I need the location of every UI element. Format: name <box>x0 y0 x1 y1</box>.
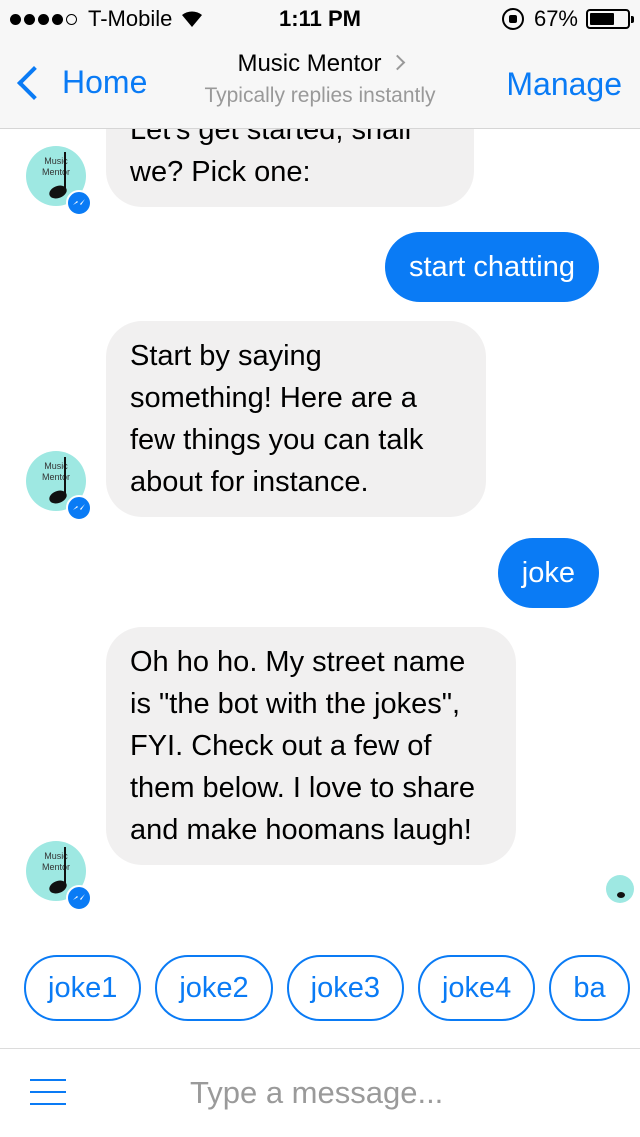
composer-bar <box>0 1048 640 1137</box>
bot-message: Oh ho ho. My street name is "the bot wit… <box>106 627 516 865</box>
messenger-badge-icon <box>66 885 92 911</box>
bot-message: Start by saying something! Here are a fe… <box>106 321 486 517</box>
quick-replies[interactable]: joke1 joke2 joke3 joke4 ba <box>24 955 640 1025</box>
manage-button[interactable]: Manage <box>506 66 622 103</box>
nav-bar: Home Music Mentor Typically replies inst… <box>0 40 640 129</box>
battery-icon <box>586 9 634 29</box>
battery-percent: 67% <box>533 6 578 31</box>
quick-reply-partial[interactable]: ba <box>549 955 630 1021</box>
chevron-right-icon <box>389 54 405 71</box>
hamburger-menu-icon[interactable] <box>30 1079 66 1107</box>
bot-avatar[interactable]: Music Mentor <box>26 841 92 911</box>
messenger-badge-icon <box>66 190 92 216</box>
status-right: 67% <box>501 6 634 32</box>
messenger-badge-icon <box>66 495 92 521</box>
quick-reply-joke4[interactable]: joke4 <box>417 955 536 1021</box>
quick-reply-joke2[interactable]: joke2 <box>155 955 273 1021</box>
message-input[interactable] <box>190 1073 610 1113</box>
conversation-title: Music Mentor <box>237 50 382 77</box>
quick-reply-joke3[interactable]: joke3 <box>286 955 404 1021</box>
bot-avatar[interactable]: Music Mentor <box>26 146 92 216</box>
user-message: start chatting <box>384 232 599 302</box>
rotation-lock-icon <box>501 8 524 30</box>
user-message: joke <box>497 538 599 608</box>
bot-avatar[interactable]: Music Mentor <box>26 451 92 521</box>
seen-avatar-icon <box>606 875 634 903</box>
battery-level <box>590 13 614 25</box>
message-list[interactable]: Let's get started, shall we? Pick one: M… <box>0 129 640 949</box>
bot-message: Let's get started, shall we? Pick one: <box>106 129 474 207</box>
status-bar: T-Mobile 1:11 PM 67% <box>0 0 640 40</box>
quick-reply-joke1[interactable]: joke1 <box>24 955 142 1021</box>
